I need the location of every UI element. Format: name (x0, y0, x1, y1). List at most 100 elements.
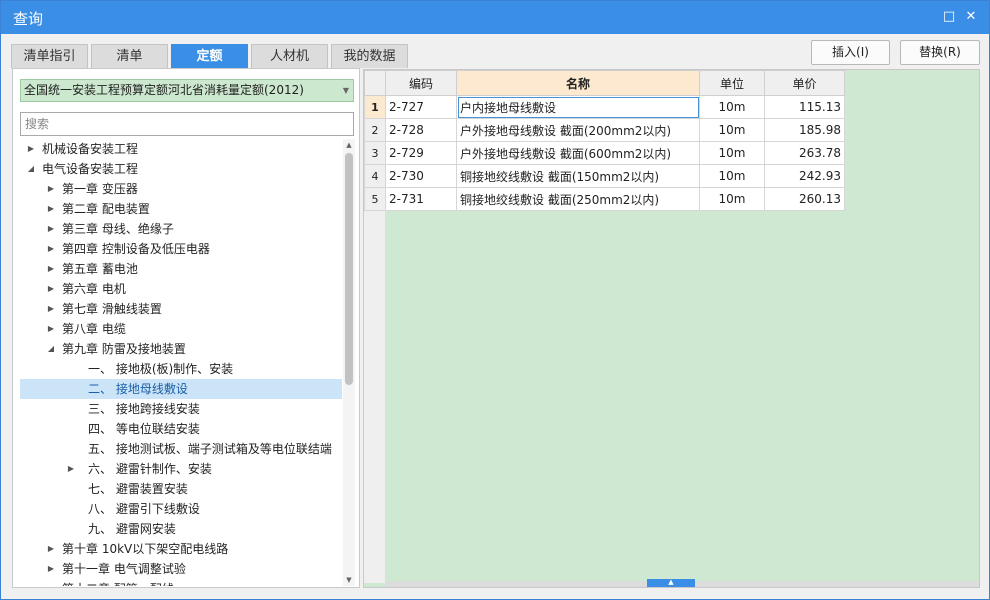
col-unit-header[interactable]: 单位 (699, 70, 765, 96)
expand-arrow-icon[interactable]: ▶ (46, 299, 56, 319)
tree-node-label: 第十二章 配管、配线 (62, 579, 174, 586)
tab-bill-guide[interactable]: 清单指引 (11, 44, 88, 68)
scroll-up-icon[interactable]: ▲ (343, 139, 355, 151)
tab-labor-material-machine[interactable]: 人材机 (251, 44, 328, 68)
tree-node[interactable]: ▶ 第三章 母线、绝缘子 (20, 219, 342, 239)
expand-arrow-icon[interactable]: ▶ (46, 219, 56, 239)
tree-node[interactable]: ▶ 第十二章 配管、配线 (20, 579, 342, 586)
tree-node[interactable]: ▶ 六、 避雷针制作、安装 (20, 459, 342, 479)
name-cell[interactable]: 铜接地绞线敷设 截面(250mm2以内) (456, 187, 700, 211)
quota-table: 编码 名称 单位 单价 1 2-727 户内接地母线敷设 10m 115.13 2 2-72… (364, 70, 845, 211)
price-cell[interactable]: 242.93 (764, 164, 845, 188)
tree-node[interactable]: ▶ 第十章 10kV以下架空配电线路 (20, 539, 342, 559)
tree-node[interactable]: ▶ 机械设备安装工程 (20, 139, 342, 159)
col-price-header[interactable]: 单价 (764, 70, 845, 96)
expand-arrow-icon[interactable]: ▶ (46, 579, 56, 586)
expand-arrow-icon[interactable]: ▶ (46, 179, 56, 199)
grid-hscrollbar[interactable]: ▲ (385, 579, 979, 587)
collapse-arrow-icon[interactable]: ◢ (46, 339, 56, 359)
tree-node[interactable]: 二、 接地母线敷设 (20, 379, 342, 399)
title-bar[interactable]: 查询 □ ✕ (1, 1, 989, 34)
tree-node[interactable]: ▶ 第十一章 电气调整试验 (20, 559, 342, 579)
unit-cell[interactable]: 10m (699, 118, 765, 142)
row-index-cell[interactable]: 3 (364, 141, 386, 165)
row-index-cell[interactable]: 2 (364, 118, 386, 142)
tree-node[interactable]: 八、 避雷引下线敷设 (20, 499, 342, 519)
collapse-arrow-icon[interactable]: ◢ (26, 159, 36, 179)
price-cell[interactable]: 260.13 (764, 187, 845, 211)
row-index-cell[interactable]: 1 (364, 95, 386, 119)
replace-button[interactable]: 替换(R) (900, 40, 980, 65)
table-row[interactable]: 2 2-728 户外接地母线敷设 截面(200mm2以内) 10m 185.98 (364, 118, 845, 142)
expand-arrow-icon[interactable]: ▶ (46, 279, 56, 299)
name-cell[interactable]: 户内接地母线敷设 (456, 95, 700, 119)
price-cell[interactable]: 115.13 (764, 95, 845, 119)
col-code-header[interactable]: 编码 (385, 70, 457, 96)
name-cell[interactable]: 户外接地母线敷设 截面(600mm2以内) (456, 141, 700, 165)
tree-node[interactable]: 三、 接地跨接线安装 (20, 399, 342, 419)
unit-cell[interactable]: 10m (699, 95, 765, 119)
tree-scrollbar[interactable]: ▲ ▼ (343, 139, 355, 586)
code-cell[interactable]: 2-727 (385, 95, 457, 119)
expand-arrow-icon[interactable]: ▶ (46, 539, 56, 559)
expand-arrow-icon[interactable]: ▶ (46, 199, 56, 219)
tree-node[interactable]: 五、 接地测试板、端子测试箱及等电位联结端 (20, 439, 342, 459)
quota-library-select[interactable]: 全国统一安装工程预算定额河北省消耗量定额(2012) ▼ (20, 79, 354, 102)
tree-node[interactable]: 一、 接地极(板)制作、安装 (20, 359, 342, 379)
scrollbar-thumb[interactable] (345, 153, 353, 385)
row-index-cell[interactable]: 5 (364, 187, 386, 211)
price-cell[interactable]: 263.78 (764, 141, 845, 165)
unit-cell[interactable]: 10m (699, 164, 765, 188)
insert-button[interactable]: 插入(I) (811, 40, 890, 65)
tree-node[interactable]: ▶ 第七章 滑触线装置 (20, 299, 342, 319)
expand-arrow-icon[interactable]: ▶ (26, 139, 36, 159)
tree-node-label: 第四章 控制设备及低压电器 (62, 242, 210, 256)
collapse-up-icon[interactable]: ▲ (647, 579, 695, 587)
table-row[interactable]: 5 2-731 铜接地绞线敷设 截面(250mm2以内) 10m 260.13 (364, 187, 845, 211)
tree-node[interactable]: ◢ 第九章 防雷及接地装置 (20, 339, 342, 359)
code-cell[interactable]: 2-730 (385, 164, 457, 188)
table-row[interactable]: 1 2-727 户内接地母线敷设 10m 115.13 (364, 95, 845, 119)
code-cell[interactable]: 2-729 (385, 141, 457, 165)
table-row[interactable]: 4 2-730 铜接地绞线敷设 截面(150mm2以内) 10m 242.93 (364, 164, 845, 188)
tree-node-label: 六、 避雷针制作、安装 (88, 462, 212, 476)
tree-node[interactable]: 七、 避雷装置安装 (20, 479, 342, 499)
tree-node-label: 第一章 变压器 (62, 182, 138, 196)
name-cell[interactable]: 铜接地绞线敷设 截面(150mm2以内) (456, 164, 700, 188)
expand-arrow-icon[interactable]: ▶ (46, 559, 56, 579)
expand-arrow-icon[interactable]: ▶ (46, 239, 56, 259)
expand-arrow-icon[interactable]: ▶ (46, 319, 56, 339)
tab-bill[interactable]: 清单 (91, 44, 168, 68)
tree-node[interactable]: ▶ 第八章 电缆 (20, 319, 342, 339)
tree-node[interactable]: ▶ 第四章 控制设备及低压电器 (20, 239, 342, 259)
unit-cell[interactable]: 10m (699, 141, 765, 165)
tree-node[interactable]: ▶ 第五章 蓄电池 (20, 259, 342, 279)
tree-node-label: 机械设备安装工程 (42, 142, 139, 156)
close-icon[interactable]: ✕ (964, 10, 978, 24)
corner-header (364, 70, 386, 96)
restore-icon[interactable]: □ (942, 10, 956, 24)
table-row[interactable]: 3 2-729 户外接地母线敷设 截面(600mm2以内) 10m 263.78 (364, 141, 845, 165)
code-cell[interactable]: 2-728 (385, 118, 457, 142)
tree-node[interactable]: ◢ 电气设备安装工程 (20, 159, 342, 179)
tree-node[interactable]: ▶ 第六章 电机 (20, 279, 342, 299)
tab-my-data[interactable]: 我的数据 (331, 44, 408, 68)
tree-node[interactable]: 四、 等电位联结安装 (20, 419, 342, 439)
tab-quota[interactable]: 定额 (171, 44, 248, 68)
expand-arrow-icon[interactable]: ▶ (66, 459, 76, 479)
row-index-cell[interactable]: 4 (364, 164, 386, 188)
tree-node[interactable]: ▶ 第一章 变压器 (20, 179, 342, 199)
scroll-down-icon[interactable]: ▼ (343, 574, 355, 586)
expand-arrow-icon[interactable]: ▶ (46, 259, 56, 279)
unit-cell[interactable]: 10m (699, 187, 765, 211)
tree-node[interactable]: 九、 避雷网安装 (20, 519, 342, 539)
price-cell[interactable]: 185.98 (764, 118, 845, 142)
tree-node-label: 第三章 母线、绝缘子 (62, 222, 174, 236)
search-input[interactable] (20, 112, 354, 136)
col-name-header[interactable]: 名称 (456, 70, 700, 96)
name-cell[interactable]: 户外接地母线敷设 截面(200mm2以内) (456, 118, 700, 142)
tree-node[interactable]: ▶ 第二章 配电装置 (20, 199, 342, 219)
code-cell[interactable]: 2-731 (385, 187, 457, 211)
